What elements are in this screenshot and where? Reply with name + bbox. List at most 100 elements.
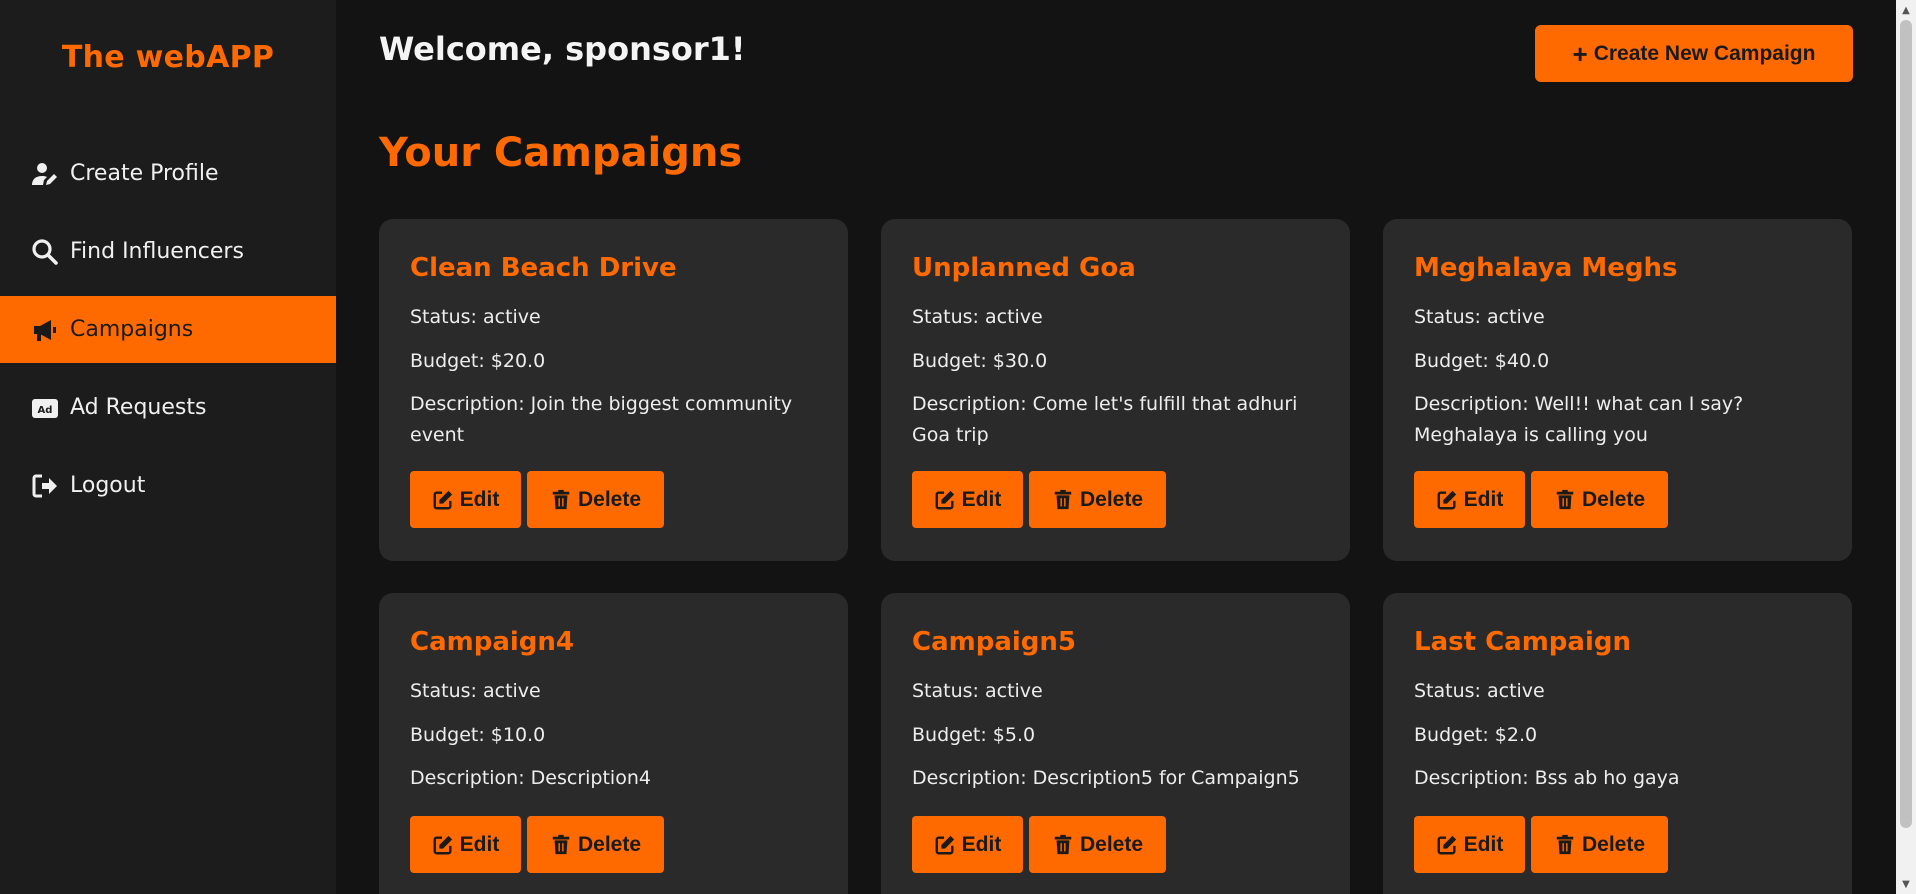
- campaign-status: Status: active: [1414, 680, 1545, 702]
- sidebar-item-create-profile[interactable]: Create Profile: [0, 140, 336, 207]
- edit-icon: [433, 490, 452, 509]
- sidebar-item-label: Create Profile: [70, 161, 219, 186]
- delete-label: Delete: [1079, 487, 1144, 511]
- main-content: Welcome, sponsor1! + Create New Campaign…: [336, 0, 1896, 894]
- trash-icon: [1556, 834, 1574, 854]
- sidebar-item-label: Logout: [70, 473, 146, 498]
- sidebar-item-ad-requests[interactable]: Ad Ad Requests: [0, 374, 336, 441]
- edit-icon: [935, 835, 954, 854]
- campaign-grid: Clean Beach Drive Status: active Budget:…: [379, 219, 1853, 894]
- svg-text:Ad: Ad: [38, 405, 53, 416]
- delete-button[interactable]: Delete: [1029, 816, 1166, 873]
- sidebar-item-logout[interactable]: Logout: [0, 452, 336, 519]
- edit-label: Edit: [961, 487, 1002, 511]
- trash-icon: [552, 489, 570, 509]
- trash-icon: [1054, 489, 1072, 509]
- campaign-name: Last Campaign: [1414, 627, 1631, 657]
- sidebar-item-label: Find Influencers: [70, 239, 244, 264]
- campaign-budget: Budget: $40.0: [1414, 350, 1550, 372]
- campaign-card: Meghalaya Meghs Status: active Budget: $…: [1383, 219, 1852, 561]
- edit-button[interactable]: Edit: [1414, 816, 1525, 873]
- brand-title: The webAPP: [61, 40, 275, 75]
- edit-icon: [1437, 490, 1456, 509]
- trash-icon: [1054, 834, 1072, 854]
- section-title: Your Campaigns: [379, 130, 743, 176]
- edit-icon: [935, 490, 954, 509]
- sidebar-item-find-influencers[interactable]: Find Influencers: [0, 218, 336, 285]
- edit-label: Edit: [1463, 487, 1504, 511]
- ad-icon: Ad: [30, 394, 60, 422]
- edit-label: Edit: [459, 487, 500, 511]
- campaign-budget: Budget: $2.0: [1414, 724, 1538, 746]
- sidebar-nav: Create Profile Find Influencers Campaign…: [0, 140, 336, 530]
- campaign-description: Description: Description5 for Campaign5: [912, 767, 1300, 789]
- page-scrollbar[interactable]: ▲ ▼: [1896, 0, 1916, 894]
- scroll-up-arrow-icon[interactable]: ▲: [1896, 2, 1916, 18]
- delete-label: Delete: [577, 832, 642, 856]
- campaign-budget: Budget: $30.0: [912, 350, 1048, 372]
- campaign-budget: Budget: $20.0: [410, 350, 546, 372]
- edit-label: Edit: [961, 832, 1002, 856]
- logout-icon: [30, 472, 60, 500]
- campaign-card: Campaign4 Status: active Budget: $10.0 D…: [379, 593, 848, 894]
- edit-icon: [433, 835, 452, 854]
- campaign-card: Campaign5 Status: active Budget: $5.0 De…: [881, 593, 1350, 894]
- sidebar-item-campaigns[interactable]: Campaigns: [0, 296, 336, 363]
- delete-label: Delete: [1581, 487, 1646, 511]
- edit-button[interactable]: Edit: [410, 816, 521, 873]
- scroll-down-arrow-icon[interactable]: ▼: [1896, 876, 1916, 892]
- delete-label: Delete: [1079, 832, 1144, 856]
- edit-button[interactable]: Edit: [912, 471, 1023, 528]
- delete-button[interactable]: Delete: [527, 471, 664, 528]
- campaign-budget: Budget: $5.0: [912, 724, 1036, 746]
- campaign-name: Meghalaya Meghs: [1414, 253, 1678, 283]
- campaign-budget: Budget: $10.0: [410, 724, 546, 746]
- sidebar-item-label: Campaigns: [70, 317, 194, 342]
- user-edit-icon: [30, 160, 60, 188]
- card-actions: Edit Delete: [410, 471, 817, 528]
- edit-button[interactable]: Edit: [912, 816, 1023, 873]
- campaign-description: Description: Well!! what can I say? Megh…: [1414, 393, 1744, 446]
- campaign-status: Status: active: [912, 306, 1043, 328]
- create-campaign-button[interactable]: + Create New Campaign: [1535, 25, 1853, 82]
- edit-button[interactable]: Edit: [410, 471, 521, 528]
- delete-button[interactable]: Delete: [527, 816, 664, 873]
- campaign-description: Description: Come let's fulfill that adh…: [912, 393, 1298, 446]
- campaign-status: Status: active: [912, 680, 1043, 702]
- delete-button[interactable]: Delete: [1531, 816, 1668, 873]
- card-actions: Edit Delete: [912, 471, 1319, 528]
- edit-button[interactable]: Edit: [1414, 471, 1525, 528]
- megaphone-icon: [30, 316, 60, 344]
- campaign-name: Campaign5: [912, 627, 1076, 657]
- delete-button[interactable]: Delete: [1029, 471, 1166, 528]
- trash-icon: [552, 834, 570, 854]
- campaign-name: Clean Beach Drive: [410, 253, 677, 283]
- campaign-card: Last Campaign Status: active Budget: $2.…: [1383, 593, 1852, 894]
- app-root: The webAPP Create Profile Find Influence…: [0, 0, 1916, 894]
- campaign-status: Status: active: [410, 680, 541, 702]
- campaign-name: Unplanned Goa: [912, 253, 1136, 283]
- create-campaign-label: Create New Campaign: [1593, 41, 1816, 65]
- search-icon: [30, 238, 60, 266]
- edit-icon: [1437, 835, 1456, 854]
- trash-icon: [1556, 489, 1574, 509]
- card-actions: Edit Delete: [410, 816, 817, 873]
- campaign-name: Campaign4: [410, 627, 574, 657]
- sidebar: The webAPP Create Profile Find Influence…: [0, 0, 336, 894]
- campaign-card: Unplanned Goa Status: active Budget: $30…: [881, 219, 1350, 561]
- campaign-description: Description: Join the biggest community …: [410, 393, 793, 446]
- campaign-status: Status: active: [1414, 306, 1545, 328]
- card-actions: Edit Delete: [912, 816, 1319, 873]
- welcome-heading: Welcome, sponsor1!: [379, 30, 746, 68]
- edit-label: Edit: [459, 832, 500, 856]
- campaign-status: Status: active: [410, 306, 541, 328]
- card-actions: Edit Delete: [1414, 471, 1821, 528]
- plus-icon: +: [1572, 38, 1588, 69]
- card-actions: Edit Delete: [1414, 816, 1821, 873]
- delete-label: Delete: [1581, 832, 1646, 856]
- delete-label: Delete: [577, 487, 642, 511]
- delete-button[interactable]: Delete: [1531, 471, 1668, 528]
- campaign-description: Description: Bss ab ho gaya: [1414, 767, 1680, 789]
- sidebar-item-label: Ad Requests: [70, 395, 207, 420]
- scrollbar-thumb[interactable]: [1900, 20, 1912, 828]
